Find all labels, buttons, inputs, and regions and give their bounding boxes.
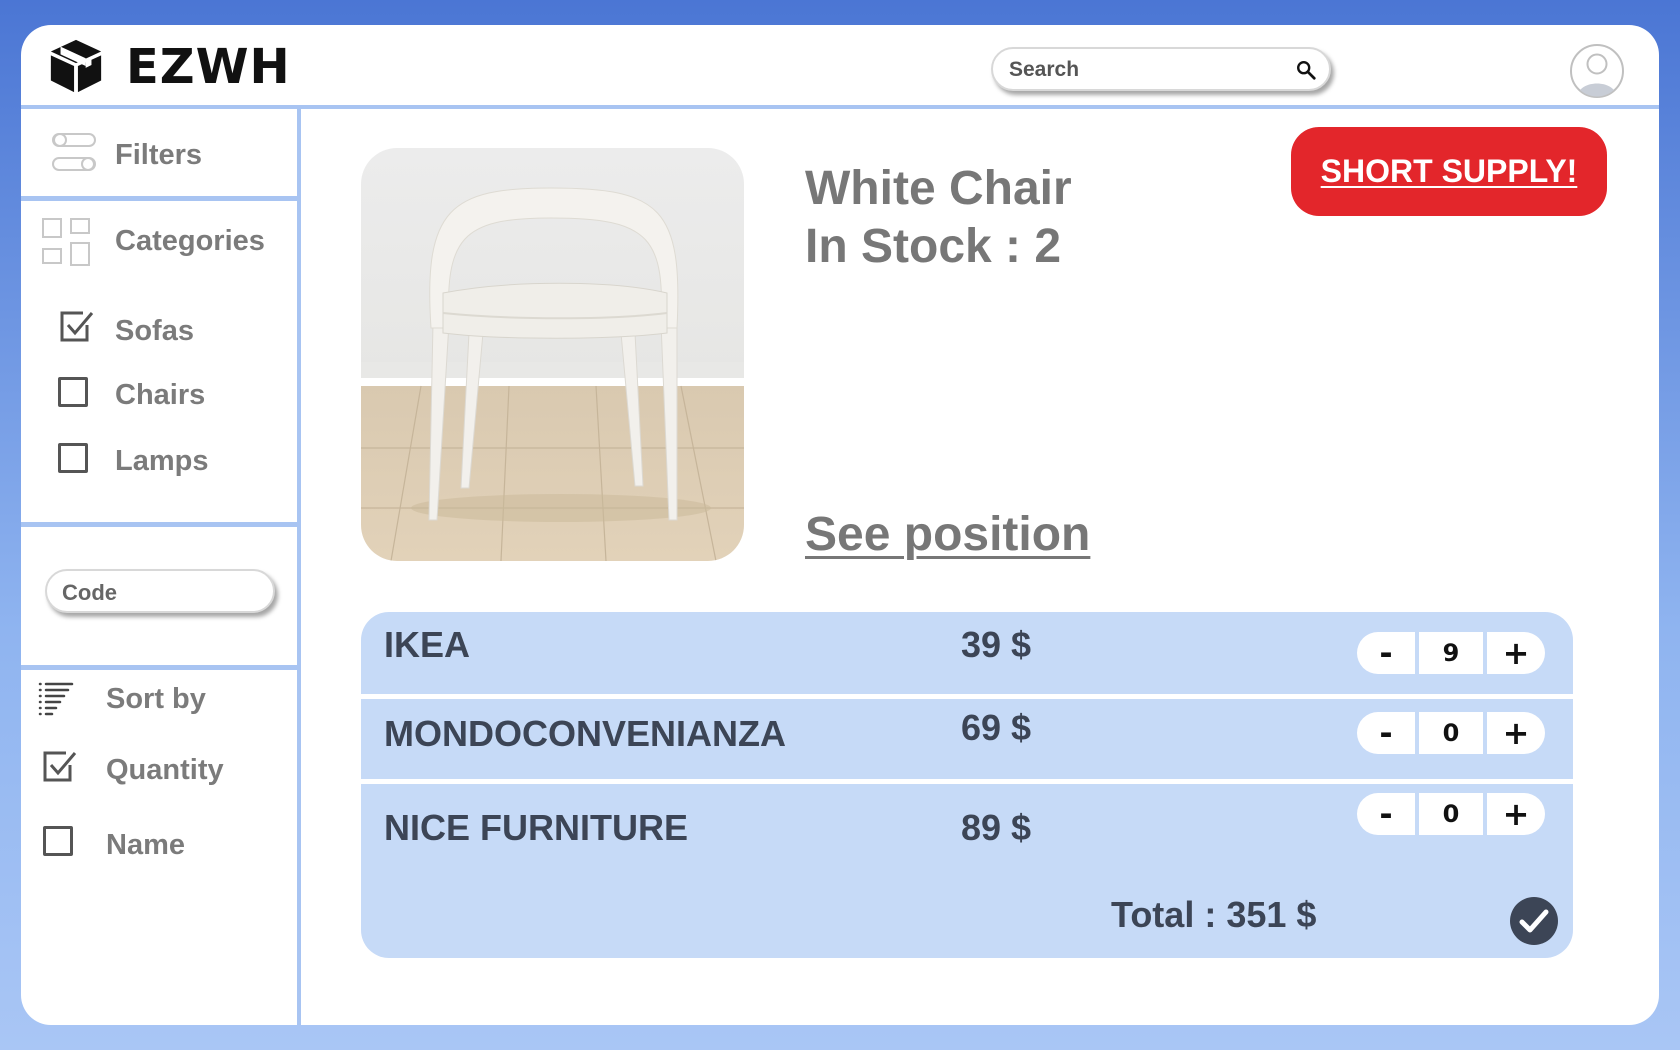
- grid-icon: [42, 218, 90, 266]
- check-circle-icon[interactable]: [1509, 896, 1559, 946]
- short-supply-label: SHORT SUPPLY!: [1320, 153, 1578, 189]
- product-image: [361, 148, 744, 561]
- product-info: White Chair In Stock : 2: [805, 160, 1072, 276]
- supplier-price: 89 $: [961, 807, 1032, 848]
- decrement-button[interactable]: -: [1357, 712, 1415, 754]
- chair-image: [361, 148, 744, 561]
- increment-button[interactable]: +: [1487, 793, 1545, 835]
- quantity-stepper[interactable]: - 9 +: [1357, 632, 1545, 674]
- toggles-icon: [52, 133, 96, 171]
- quantity-value[interactable]: 9: [1415, 632, 1487, 674]
- code-input[interactable]: Code: [45, 569, 275, 613]
- supplier-panel: IKEA 39 $ - 9 + MONDOCONVENIANZA 69 $ - …: [361, 612, 1573, 958]
- filters-label: Filters: [115, 139, 203, 171]
- short-supply-button[interactable]: SHORT SUPPLY!: [1291, 127, 1607, 216]
- product-name: White Chair: [805, 162, 1072, 215]
- checkbox-unchecked[interactable]: [58, 377, 88, 407]
- increment-button[interactable]: +: [1487, 632, 1545, 674]
- search-placeholder: Search: [1009, 58, 1080, 81]
- order-total: Total : 351 $: [1111, 894, 1317, 935]
- box-icon: [50, 39, 102, 93]
- see-position-link[interactable]: See position: [805, 507, 1090, 562]
- decrement-button[interactable]: -: [1357, 632, 1415, 674]
- categories-label: Categories: [115, 225, 265, 257]
- supplier-price: 39 $: [961, 624, 1032, 665]
- checkbox-checked-icon[interactable]: [57, 307, 95, 345]
- category-label: Lamps: [115, 445, 209, 477]
- supplier-name: IKEA: [384, 624, 471, 665]
- filters-section[interactable]: Filters: [21, 109, 297, 201]
- list-icon: [38, 682, 74, 716]
- category-label: Chairs: [115, 379, 206, 411]
- checkbox-checked-icon[interactable]: [40, 747, 78, 785]
- quantity-stepper[interactable]: - 0 +: [1357, 793, 1545, 835]
- search-input[interactable]: Search: [991, 47, 1331, 91]
- app-name: EZWH: [126, 39, 291, 95]
- checkbox-unchecked[interactable]: [43, 826, 73, 856]
- increment-button[interactable]: +: [1487, 712, 1545, 754]
- supplier-name: MONDOCONVENIANZA: [384, 713, 786, 754]
- category-label: Sofas: [115, 315, 194, 347]
- checkbox-unchecked[interactable]: [58, 443, 88, 473]
- quantity-value[interactable]: 0: [1415, 793, 1487, 835]
- quantity-stepper[interactable]: - 0 +: [1357, 712, 1545, 754]
- app-window: EZWH Search Filters Categories Sofas Cha…: [21, 25, 1659, 1025]
- divider: [21, 665, 297, 670]
- sort-by-label: Sort by: [106, 683, 206, 715]
- supplier-row: NICE FURNITURE 89 $ - 0 +: [361, 784, 1573, 958]
- search-icon[interactable]: [1295, 59, 1317, 81]
- supplier-price: 69 $: [961, 707, 1032, 748]
- product-stock: In Stock : 2: [805, 220, 1062, 273]
- supplier-name: NICE FURNITURE: [384, 807, 688, 848]
- quantity-value[interactable]: 0: [1415, 712, 1487, 754]
- sidebar: Filters Categories Sofas Chairs Lamps Co…: [21, 109, 301, 1025]
- user-avatar-icon[interactable]: [1569, 43, 1625, 99]
- code-placeholder: Code: [62, 580, 117, 605]
- categories-section: Categories Sofas Chairs Lamps: [21, 201, 297, 527]
- supplier-row: IKEA 39 $ - 9 +: [361, 612, 1573, 694]
- sort-label: Name: [106, 829, 185, 861]
- sort-label: Quantity: [106, 754, 224, 786]
- header: EZWH Search: [21, 25, 1659, 109]
- decrement-button[interactable]: -: [1357, 793, 1415, 835]
- supplier-row: MONDOCONVENIANZA 69 $ - 0 +: [361, 699, 1573, 779]
